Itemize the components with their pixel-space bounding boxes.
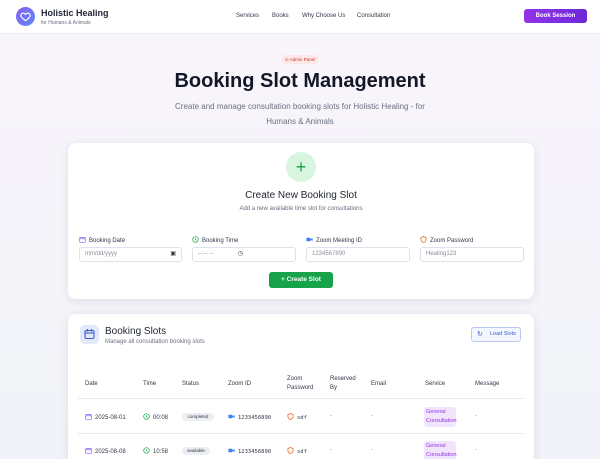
cell-zoom-id: 1233456890	[228, 447, 271, 455]
cell-zoom-password: sdf	[287, 413, 307, 421]
cell-zoom-password-text: sdf	[297, 415, 307, 421]
zoom-id-label-text: Zoom Meeting ID	[316, 238, 363, 244]
clock-icon	[143, 447, 150, 454]
booking-slots-title: Booking Slots	[105, 326, 167, 337]
zoom-password-input[interactable]: Healing123	[420, 247, 524, 262]
cell-email: -	[371, 413, 373, 419]
booking-date-label: Booking Date	[79, 236, 125, 244]
nav-services[interactable]: Services	[236, 13, 259, 19]
cell-date: 2025-08-08	[85, 447, 126, 455]
shield-icon	[287, 413, 294, 420]
cell-message: -	[475, 447, 477, 453]
cell-zoom-password: sdf	[287, 447, 307, 455]
page-subtitle: Create and manage consultation booking s…	[175, 102, 425, 126]
cell-email: -	[371, 447, 373, 453]
cell-date-text: 2025-08-01	[95, 415, 126, 421]
cell-reserved-by: -	[330, 447, 332, 453]
nav-why-choose-us[interactable]: Why Choose Us	[302, 13, 345, 19]
table-row-divider	[78, 433, 524, 434]
column-header-date: Date	[85, 381, 98, 387]
refresh-icon: ↻	[477, 331, 483, 338]
create-slot-subtitle: Add a new available time slot for consul…	[239, 206, 363, 212]
create-slot-card: + Create New Booking Slot Add a new avai…	[68, 143, 534, 299]
calendar-icon	[85, 448, 92, 454]
admin-panel-badge: ⊙ Admin Panel	[281, 55, 319, 64]
cell-reserved-by: -	[330, 413, 332, 419]
clock-icon	[143, 413, 150, 420]
column-header-zoom-id: Zoom ID	[228, 381, 252, 387]
page-title: Booking Slot Management	[174, 70, 426, 92]
plus-icon: +	[286, 152, 316, 182]
top-navbar: Holistic Healing for Humans & Animals Se…	[0, 0, 600, 34]
service-badge: General Consultation	[424, 441, 457, 459]
column-header-reserved-by: Reserved By	[330, 376, 356, 391]
admin-panel-label: Admin Panel	[289, 57, 316, 62]
load-slots-button[interactable]: ↻ Load Slots	[471, 327, 521, 342]
cell-zoom-id-text: 1233456890	[238, 449, 272, 455]
cell-date: 2025-08-01	[85, 413, 126, 421]
cell-zoom-id-text: 1233456890	[238, 415, 272, 421]
column-header-zoom-password: Zoom Password	[287, 376, 314, 391]
cell-time: 00:08	[143, 413, 168, 421]
shield-icon	[287, 447, 294, 454]
heart-logo-icon[interactable]	[16, 7, 35, 26]
calendar-icon	[80, 325, 99, 344]
cell-date-text: 2025-08-08	[95, 449, 126, 455]
column-header-time: Time	[143, 381, 157, 387]
column-header-email: Email	[371, 381, 387, 387]
calendar-icon	[85, 414, 92, 420]
booking-date-input[interactable]: mm/dd/yyyy ▣	[79, 247, 182, 262]
column-header-status: Status	[182, 381, 200, 387]
create-slot-button-label: Create Slot	[286, 276, 321, 283]
table-header-divider	[78, 398, 524, 399]
booking-date-placeholder: mm/dd/yyyy	[85, 251, 118, 257]
booking-time-label-text: Booking Time	[202, 238, 239, 244]
booking-slots-card: Booking Slots Manage all consultation bo…	[68, 314, 534, 459]
booking-time-label: Booking Time	[192, 236, 238, 244]
clock-icon	[192, 236, 199, 243]
booking-slots-subtitle: Manage all consultation booking slots	[105, 339, 205, 345]
create-slot-button[interactable]: + Create Slot	[269, 272, 333, 288]
video-icon	[228, 448, 235, 453]
brand-title[interactable]: Holistic Healing	[41, 8, 109, 18]
cell-time-text: 00:08	[153, 415, 169, 421]
create-slot-title: Create New Booking Slot	[245, 190, 357, 201]
shield-icon	[420, 236, 427, 243]
load-slots-label: Load Slots	[490, 331, 516, 337]
zoom-password-label: Zoom Password	[420, 236, 473, 244]
zoom-password-label-text: Zoom Password	[430, 238, 474, 244]
zoom-id-placeholder: 1234567890	[312, 251, 346, 257]
booking-time-input[interactable]: --:-- -- ◷	[192, 247, 296, 262]
booking-time-placeholder: --:-- --	[198, 251, 214, 257]
cell-time: 10:58	[143, 447, 168, 455]
column-header-message: Message	[475, 381, 500, 387]
cell-zoom-password-text: sdf	[297, 449, 307, 455]
video-icon	[306, 237, 313, 242]
nav-books[interactable]: Books	[272, 13, 289, 19]
zoom-id-label: Zoom Meeting ID	[306, 236, 362, 244]
clock-picker-icon[interactable]: ◷	[238, 248, 243, 261]
zoom-id-input[interactable]: 1234567890	[306, 247, 410, 262]
calendar-icon	[79, 237, 86, 243]
video-icon	[228, 414, 235, 419]
brand-subtitle: for Humans & Animals	[41, 20, 91, 26]
cell-time-text: 10:58	[153, 449, 169, 455]
column-header-service: Service	[425, 381, 446, 387]
nav-consultation[interactable]: Consultation	[357, 13, 390, 19]
book-session-button[interactable]: Book Session	[524, 9, 587, 23]
status-badge: completed	[182, 413, 214, 421]
calendar-picker-icon[interactable]: ▣	[170, 248, 176, 261]
booking-date-label-text: Booking Date	[89, 238, 126, 244]
status-badge: available	[182, 447, 210, 455]
zoom-password-placeholder: Healing123	[426, 251, 457, 257]
service-badge: General Consultation	[424, 407, 457, 427]
cell-message: -	[475, 413, 477, 419]
cell-zoom-id: 1233456890	[228, 413, 271, 421]
